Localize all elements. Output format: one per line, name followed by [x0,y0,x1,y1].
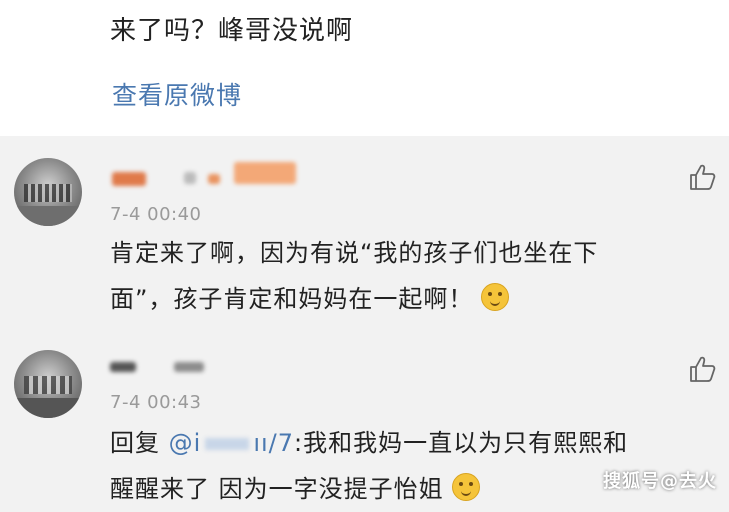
avatar[interactable] [14,158,82,226]
comment-text: 回复 @ⅰ ıı/7:我和我妈一直以为只有熙熙和 醒醒来了 因为一字没提子怡姐 [110,420,710,512]
watermark-text: 搜狐号@去火 [603,471,717,492]
avatar-image [24,184,72,202]
comment-timestamp: 7-4 00:40 [110,204,202,225]
laughing-tears-emoji-icon [451,473,480,501]
comment-text: 肯定来了啊，因为有说“我的孩子们也坐在下 面”，孩子肯定和妈妈在一起啊！ [110,230,710,322]
comment-item: 7-4 00:40 肯定来了啊，因为有说“我的孩子们也坐在下 面”，孩子肯定和妈… [0,136,729,336]
username-redacted[interactable] [108,362,228,380]
original-post-card: 来了吗？峰哥没说啊 查看原微博 [0,0,729,136]
comment-timestamp: 7-4 00:43 [110,392,202,413]
comments-list: 7-4 00:40 肯定来了啊，因为有说“我的孩子们也坐在下 面”，孩子肯定和妈… [0,136,729,503]
reply-prefix: 回复 [110,429,169,457]
comment-line: 面”，孩子肯定和妈妈在一起啊！ [110,276,710,322]
thumbs-up-icon[interactable] [688,162,718,192]
comment-line: 肯定来了啊，因为有说“我的孩子们也坐在下 [110,239,599,267]
avatar-image [24,376,72,394]
username-redacted[interactable] [108,162,308,188]
mention-redacted [205,438,250,450]
thumbs-up-icon[interactable] [688,354,718,384]
comment-line-text: 醒醒来了 因为一字没提子怡姐 [110,475,444,503]
comment-line: 回复 @ⅰ ıı/7:我和我妈一直以为只有熙熙和 [110,420,710,466]
post-text: 来了吗？峰哥没说啊 [110,16,354,46]
view-original-weibo-link[interactable]: 查看原微博 [112,76,242,112]
comment-line-text: :我和我妈一直以为只有熙熙和 [294,429,629,457]
tongue-out-emoji-icon [481,283,510,311]
avatar[interactable] [14,350,82,418]
mention-link[interactable]: @ⅰ ıı/7 [169,429,294,457]
comment-line-text: 面”，孩子肯定和妈妈在一起啊！ [110,285,474,313]
